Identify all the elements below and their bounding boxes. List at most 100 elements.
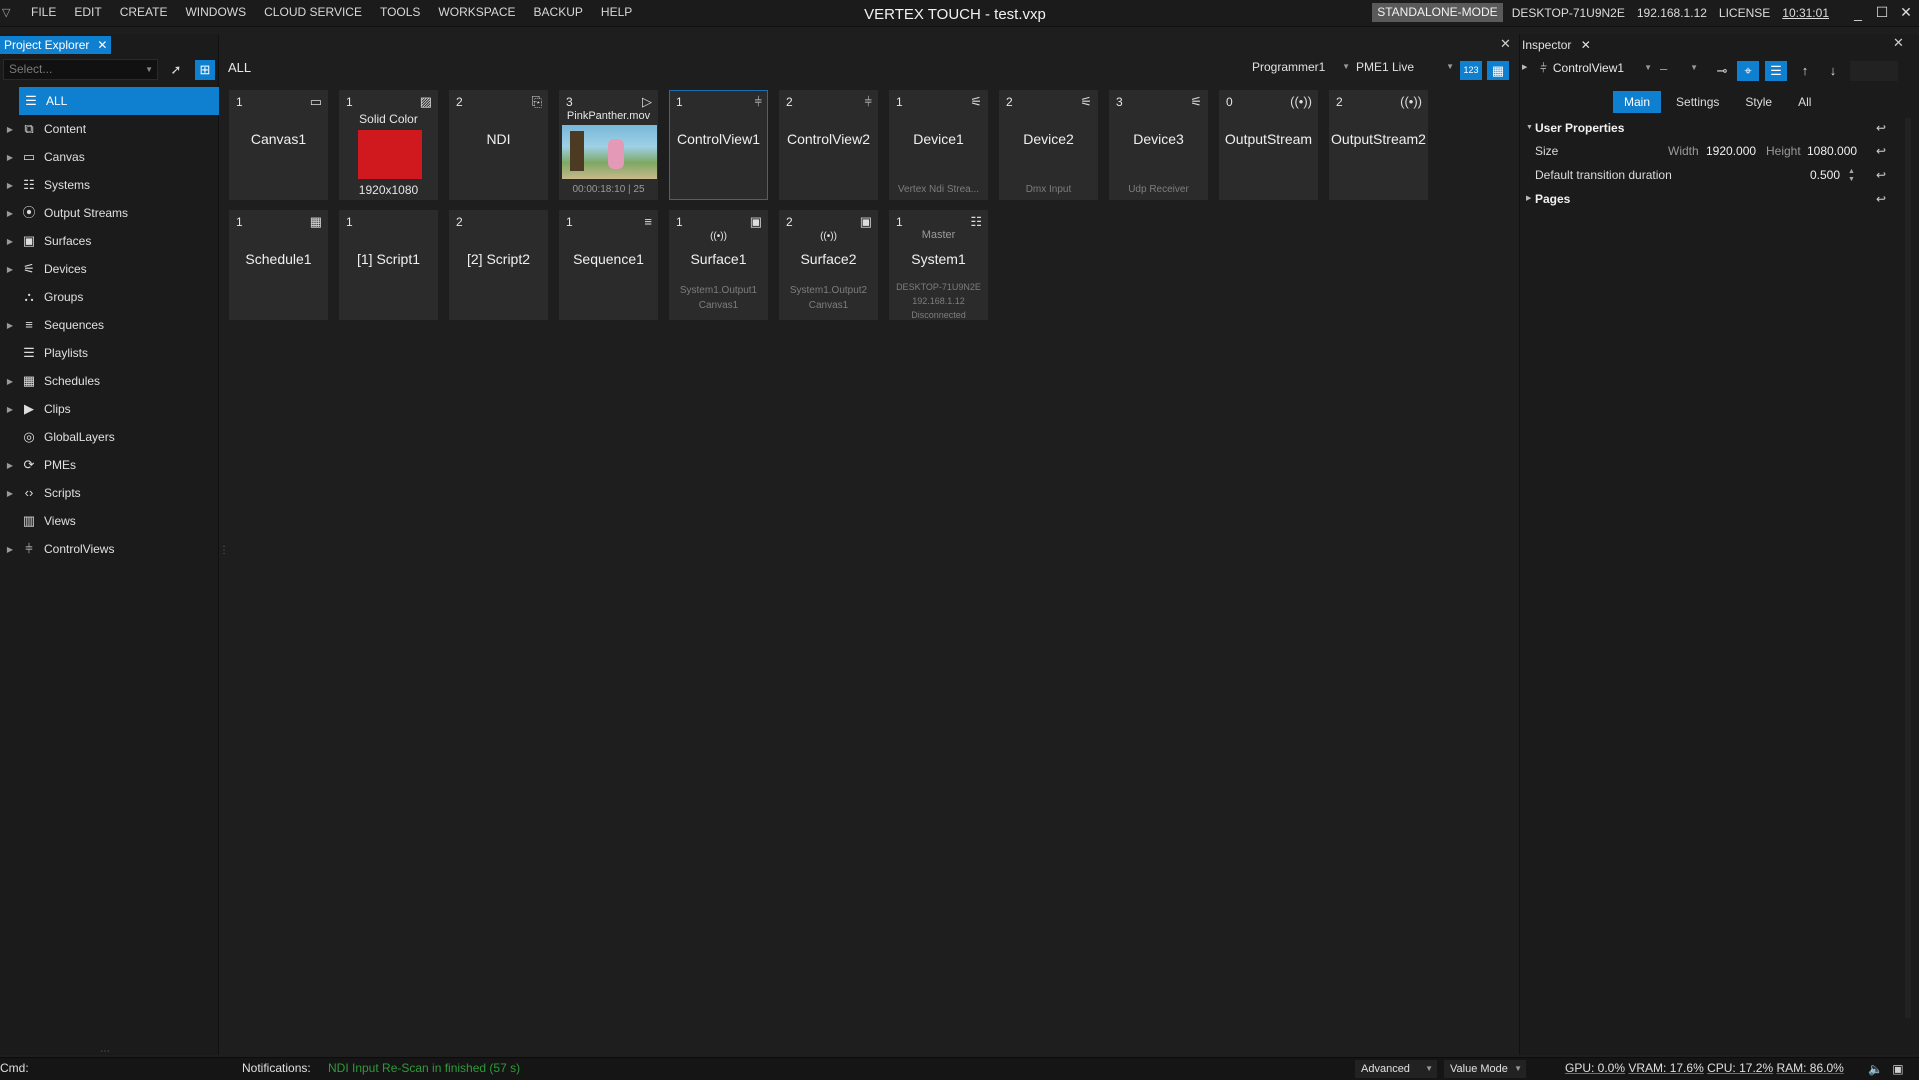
tile-outputstream2[interactable]: 2 ((•)) OutputStream2 (1329, 90, 1428, 200)
pme-select[interactable]: PME1 Live ▼ (1356, 60, 1456, 80)
menu-windows[interactable]: WINDOWS (176, 0, 255, 25)
expand-arrow-icon[interactable]: ▶ (0, 209, 20, 218)
menu-file[interactable]: FILE (22, 0, 65, 25)
maximize-icon[interactable]: ☐ (1871, 4, 1893, 21)
menu-cloud-service[interactable]: CLOUD SERVICE (255, 0, 371, 25)
height-value[interactable]: 1080.000 (1807, 141, 1857, 161)
inspector-tab[interactable]: Inspector ✕ (1522, 36, 1591, 54)
tile-device2[interactable]: 2 ⚟ Device2 Dmx Input (999, 90, 1098, 200)
close-center-icon[interactable]: ✕ (1500, 36, 1511, 52)
reset-icon[interactable]: ↩ (1876, 165, 1886, 185)
menu-help[interactable]: HELP (592, 0, 641, 25)
tab-style[interactable]: Style (1734, 91, 1783, 113)
expand-arrow-icon[interactable]: ▶ (0, 153, 20, 162)
project-explorer-tab[interactable]: Project Explorer ✕ (0, 36, 112, 54)
tree-item-clips[interactable]: ▶ ▶ Clips (0, 395, 219, 423)
width-value[interactable]: 1920.000 (1706, 141, 1756, 161)
expand-arrow-icon[interactable]: ▶ (0, 489, 20, 498)
tile-canvas1[interactable]: 1 ▭ Canvas1 (229, 90, 328, 200)
tree-item-controlviews[interactable]: ▶ ⫩ ControlViews (0, 535, 219, 563)
inspector-filter-select[interactable]: – ▼ (1660, 61, 1698, 81)
value-mode-select[interactable]: Value Mode ▼ (1444, 1060, 1526, 1078)
expand-arrow-icon[interactable]: ▶ (0, 265, 20, 274)
panel-splitter[interactable]: ⋮ (219, 545, 229, 565)
tile-controlview1[interactable]: 1 ⫩ ControlView1 (669, 90, 768, 200)
close-window-icon[interactable]: ✕ (1895, 4, 1917, 21)
tile-surface2[interactable]: 2 ▣ ((•)) Surface2 System1.Output2 Canvas1 (779, 210, 878, 320)
inspector-search-box[interactable] (1850, 61, 1898, 81)
tree-item-surfaces[interactable]: ▶ ▣ Surfaces (0, 227, 219, 255)
tile-schedule1[interactable]: 1 ▦ Schedule1 (229, 210, 328, 320)
tile-outputstream[interactable]: 0 ((•)) OutputStream (1219, 90, 1318, 200)
monitor-icon[interactable]: ▣ (1892, 1062, 1903, 1076)
menu-workspace[interactable]: WORKSPACE (429, 0, 524, 25)
command-input[interactable] (32, 1059, 227, 1078)
user-properties-group[interactable]: ▼ User Properties ↩ (1526, 118, 1886, 138)
speaker-icon[interactable]: 🔈 (1868, 1062, 1883, 1076)
close-tab-icon[interactable]: ✕ (1581, 38, 1591, 52)
explorer-filter-select[interactable]: Select... ▼ (3, 59, 158, 80)
tile-ndi[interactable]: 2 ⎘ NDI (449, 90, 548, 200)
tree-item-schedules[interactable]: ▶ ▦ Schedules (0, 367, 219, 395)
numbered-view-button[interactable]: 123 (1460, 61, 1482, 80)
tree-item-groups[interactable]: ⛬ Groups (0, 283, 219, 311)
tree-item-content[interactable]: ▶ ⧉ Content (0, 115, 219, 143)
tree-item-globallayers[interactable]: ◎ GlobalLayers (0, 423, 219, 451)
tree-item-scripts[interactable]: ▶ ‹› Scripts (0, 479, 219, 507)
tile-sequence1[interactable]: 1 ≡ Sequence1 (559, 210, 658, 320)
expand-arrow-icon[interactable]: ▶ (0, 545, 20, 554)
tile-1-script1[interactable]: 1 [1] Script1 (339, 210, 438, 320)
expand-arrow-icon[interactable]: ▶ (0, 237, 20, 246)
mode-badge[interactable]: STANDALONE-MODE (1372, 3, 1503, 22)
expand-arrow-icon[interactable]: ▶ (1522, 63, 1527, 71)
tree-view-icon[interactable]: ⊞ (195, 60, 215, 80)
license-link[interactable]: LICENSE (1719, 6, 1770, 20)
tile-device3[interactable]: 3 ⚟ Device3 Udp Receiver (1109, 90, 1208, 200)
tab-all[interactable]: All (1787, 91, 1822, 113)
close-inspector-icon[interactable]: ✕ (1893, 35, 1904, 51)
resize-grip-icon[interactable]: ⋯ (100, 1046, 110, 1057)
reset-icon[interactable]: ↩ (1876, 118, 1886, 138)
menu-edit[interactable]: EDIT (65, 0, 110, 25)
list-view-icon[interactable]: ☰ (1765, 61, 1787, 81)
grid-view-icon[interactable]: ▦ (1487, 61, 1509, 80)
menu-create[interactable]: CREATE (111, 0, 177, 25)
reset-icon[interactable]: ↩ (1876, 141, 1886, 161)
tile-controlview2[interactable]: 2 ⫩ ControlView2 (779, 90, 878, 200)
tab-main[interactable]: Main (1613, 91, 1662, 113)
inspector-scrollbar[interactable] (1905, 118, 1911, 1018)
notification-message[interactable]: NDI Input Re-Scan in finished (57 s) (328, 1058, 520, 1079)
pin-icon[interactable]: ⊸ (1711, 61, 1733, 81)
expand-arrow-icon[interactable]: ▶ (0, 125, 20, 134)
tree-item-views[interactable]: ▥ Views (0, 507, 219, 535)
arrow-up-icon[interactable]: ↑ (1794, 61, 1816, 81)
tile-surface1[interactable]: 1 ▣ ((•)) Surface1 System1.Output1 Canvas1 (669, 210, 768, 320)
reset-icon[interactable]: ↩ (1876, 189, 1886, 209)
menu-tools[interactable]: TOOLS (371, 0, 429, 25)
tile-system1[interactable]: 1 ☷ Master System1 DESKTOP-71U9N2E 192.168.1.… (889, 210, 988, 320)
spinner-icon[interactable]: ▲ ▼ (1848, 168, 1855, 184)
pages-group[interactable]: ▶ Pages ↩ (1526, 189, 1886, 209)
target-icon[interactable]: ⌖ (1737, 61, 1759, 81)
close-tab-icon[interactable]: ✕ (97, 38, 107, 52)
tile-device1[interactable]: 1 ⚟ Device1 Vertex Ndi Strea... (889, 90, 988, 200)
pointer-icon[interactable]: ➚ (166, 60, 186, 80)
tree-item-canvas[interactable]: ▶ ▭ Canvas (0, 143, 219, 171)
tree-item-output-streams[interactable]: ▶ ⦿ Output Streams (0, 199, 219, 227)
inspector-object-select[interactable]: ⫩ ControlView1 ▼ (1540, 61, 1652, 81)
tile-solid-color[interactable]: 1 ▨ Solid Color 1920x1080 (339, 90, 438, 200)
minimize-icon[interactable]: _ (1847, 5, 1869, 21)
expand-arrow-icon[interactable]: ▶ (0, 461, 20, 470)
tree-item-systems[interactable]: ▶ ☷ Systems (0, 171, 219, 199)
expand-arrow-icon[interactable]: ▶ (0, 181, 20, 190)
tree-item-devices[interactable]: ▶ ⚟ Devices (0, 255, 219, 283)
tree-item-pmes[interactable]: ▶ ⟳ PMEs (0, 451, 219, 479)
arrow-down-icon[interactable]: ↓ (1822, 61, 1844, 81)
menu-backup[interactable]: BACKUP (525, 0, 592, 25)
expand-arrow-icon[interactable]: ▶ (0, 321, 20, 330)
tab-settings[interactable]: Settings (1665, 91, 1730, 113)
tree-item-sequences[interactable]: ▶ ≡ Sequences (0, 311, 219, 339)
tile-pinkpanther-mov[interactable]: 3 ▷ PinkPanther.mov 00:00:18:10 | 25 (559, 90, 658, 200)
expand-arrow-icon[interactable]: ▶ (0, 405, 20, 414)
tree-item-playlists[interactable]: ☰ Playlists (0, 339, 219, 367)
